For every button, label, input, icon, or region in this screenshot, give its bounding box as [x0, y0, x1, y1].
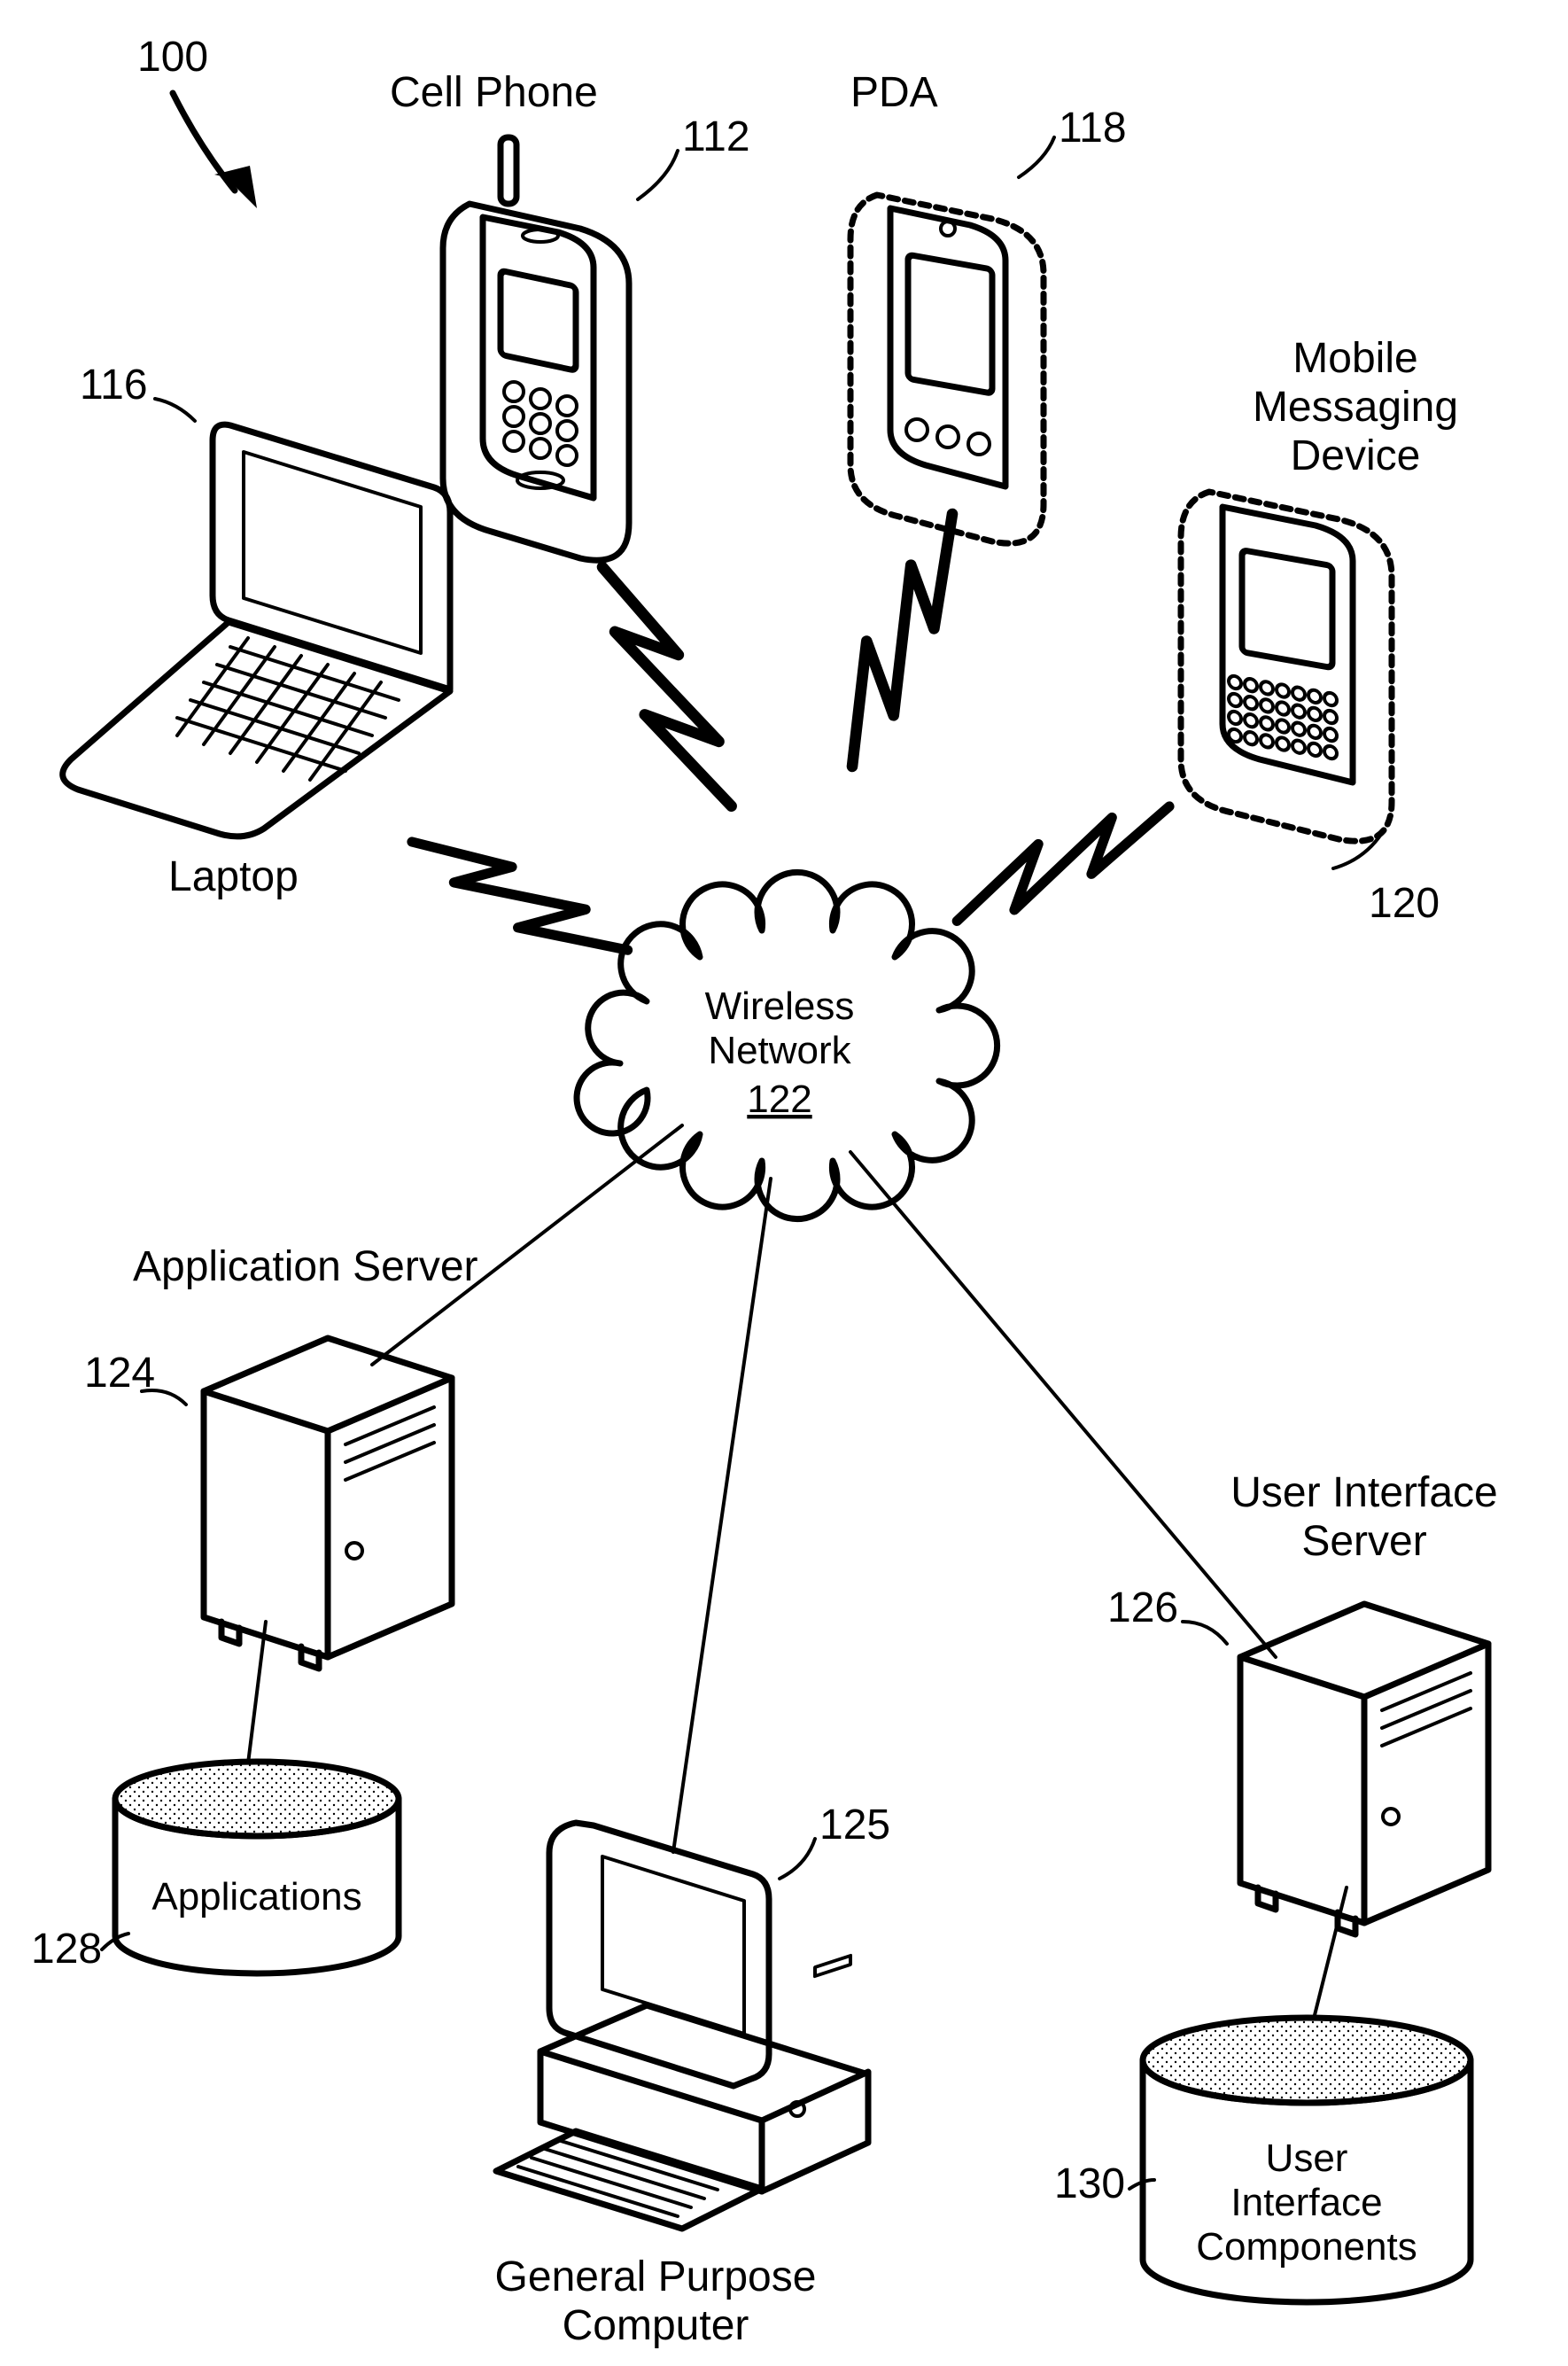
uidb-label-1: User [1266, 2136, 1348, 2180]
uiserver-ref: 126 [1107, 1584, 1178, 1631]
uiserver-label-1: User Interface [1230, 1469, 1497, 1516]
uiserver-label-2: Server [1301, 1518, 1426, 1565]
laptop-icon [63, 424, 450, 837]
pda-icon [850, 195, 1044, 543]
mobilemsg-ref: 120 [1369, 880, 1440, 927]
mobilemsg-label-3: Device [1291, 432, 1421, 479]
cellphone-ref: 112 [682, 113, 750, 160]
appdb-label: Applications [151, 1875, 361, 1918]
uidb-label-2: Interface [1230, 2181, 1382, 2224]
laptop-ref: 116 [80, 362, 148, 409]
gpc-icon [496, 1823, 868, 2229]
cellphone-label: Cell Phone [390, 69, 598, 116]
cloud-label-1: Wireless [705, 985, 855, 1028]
ui-db-icon: User Interface Components [1143, 2018, 1471, 2302]
pda-ref: 118 [1059, 105, 1127, 152]
mobilemsg-label-1: Mobile [1292, 335, 1417, 382]
pda-label: PDA [850, 69, 938, 116]
wireless-network-cloud: Wireless Network 122 [577, 872, 997, 1218]
appserver-label: Application Server [133, 1243, 478, 1290]
cloud-label-2: Network [708, 1029, 851, 1072]
uidb-ref: 130 [1054, 2160, 1125, 2207]
gpc-label-2: Computer [563, 2302, 749, 2349]
laptop-label: Laptop [168, 853, 299, 900]
cellphone-icon [443, 137, 629, 560]
gpc-ref: 125 [819, 1802, 890, 1848]
uidb-label-3: Components [1196, 2225, 1417, 2269]
mobilemsg-label-2: Messaging [1253, 384, 1458, 431]
app-server-icon [204, 1338, 452, 1669]
mobile-messaging-icon [1181, 492, 1392, 841]
appdb-ref: 128 [31, 1926, 102, 1973]
gpc-label-1: General Purpose [495, 2253, 817, 2300]
applications-db-icon: Applications [115, 1762, 399, 1973]
svg-text:100: 100 [137, 34, 208, 81]
ui-server-icon [1240, 1604, 1488, 1934]
cloud-ref: 122 [747, 1078, 811, 1121]
figure-reference: 100 [137, 34, 257, 208]
